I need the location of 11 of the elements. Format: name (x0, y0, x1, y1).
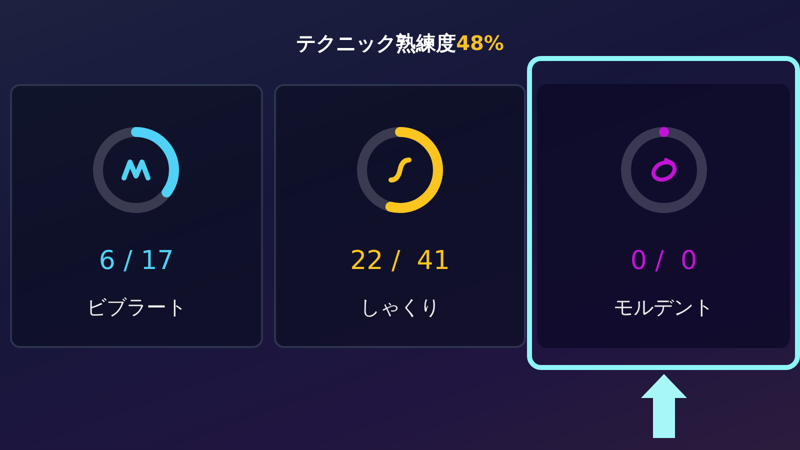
technique-card[interactable]: 0 / 0 モルデント (537, 84, 790, 348)
count-text: 6 / 17 (98, 246, 174, 276)
count-text: 0 / 0 (630, 246, 697, 276)
technique-name: ビブラート (86, 294, 186, 321)
proficiency-title: テクニック熟練度48% (296, 30, 504, 57)
technique-name: モルデント (614, 294, 714, 321)
up-arrow-icon (640, 374, 687, 438)
technique-name: しゃくり (360, 294, 440, 321)
count-text: 22 / 41 (350, 246, 450, 276)
technique-card[interactable]: 6 / 17 ビブラート (10, 84, 263, 348)
technique-card[interactable]: 22 / 41 しゃくり (274, 84, 526, 348)
